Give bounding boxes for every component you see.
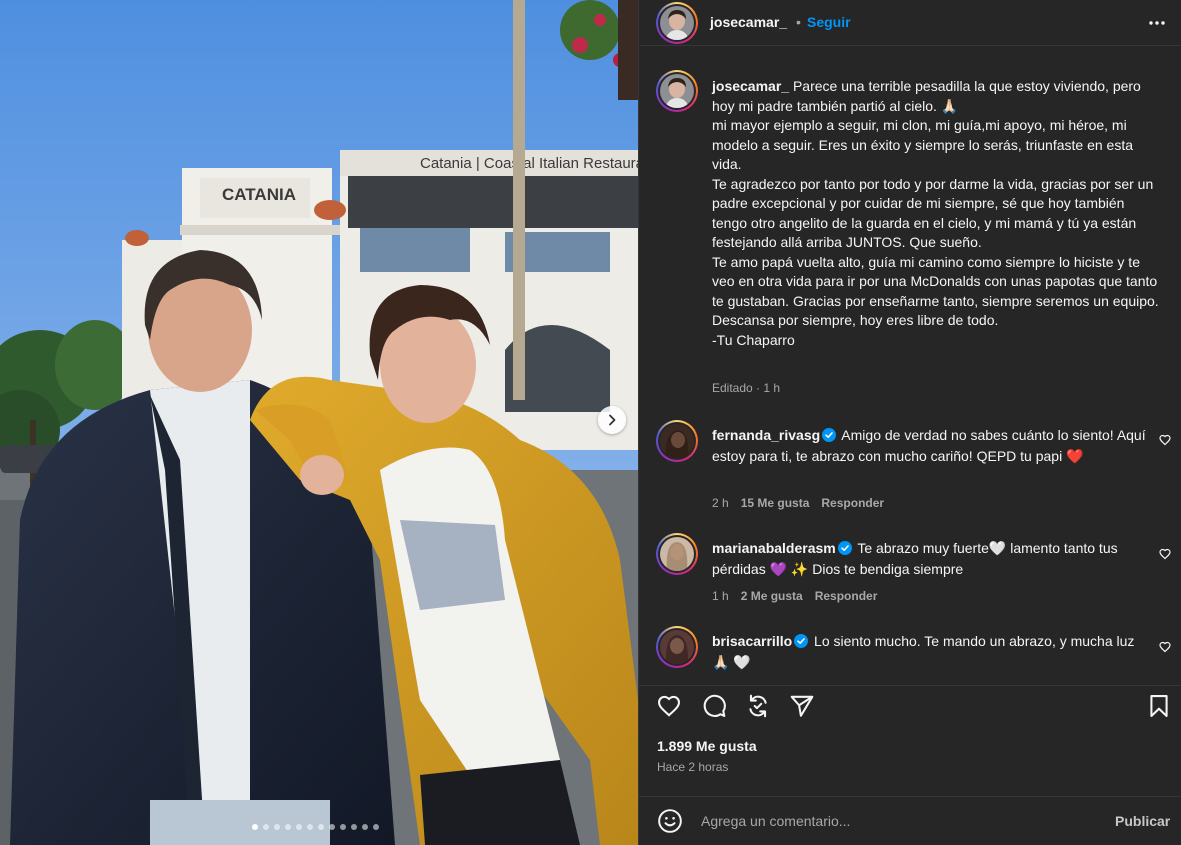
commenter-avatar[interactable] (656, 533, 698, 575)
verified-badge-icon (837, 541, 852, 555)
carousel-dot (362, 824, 368, 830)
comment-time: 2 h (712, 496, 729, 510)
comment-like-button[interactable] (1159, 433, 1171, 451)
caption-author-avatar[interactable] (656, 70, 698, 112)
avatar-photo (660, 537, 694, 571)
comment-meta: 2 h 15 Me gusta Responder (712, 496, 884, 510)
carousel-dot (285, 824, 291, 830)
repost-button[interactable] (745, 693, 771, 724)
carousel-dot (296, 824, 302, 830)
comment-reply-button[interactable]: Responder (815, 589, 878, 603)
send-icon (790, 695, 814, 717)
comment-button[interactable] (701, 693, 727, 724)
follow-button[interactable]: Seguir (807, 14, 851, 30)
comment-meta: 1 h 2 Me gusta Responder (712, 589, 877, 603)
comment-username[interactable]: fernanda_rivasg (712, 427, 820, 443)
comment-username[interactable]: brisacarrillo (712, 633, 792, 649)
share-icon (749, 694, 767, 718)
comment-username[interactable]: marianabalderasm (712, 540, 836, 556)
post-actions: 1.899 Me gusta Hace 2 horas (639, 685, 1181, 800)
save-button[interactable] (1146, 693, 1172, 724)
heart-icon (1159, 548, 1171, 560)
header-separator: • (796, 14, 801, 30)
carousel-dot (274, 824, 280, 830)
verified-badge-icon (794, 634, 809, 648)
post-header: josecamar_ • Seguir (639, 0, 1181, 46)
caption-meta: Editado · 1 h (712, 381, 781, 395)
comment-body: fernanda_rivasg Amigo de verdad no sabes… (712, 425, 1152, 467)
more-horizontal-icon (1149, 21, 1165, 25)
avatar-photo (660, 6, 694, 40)
heart-icon (1159, 641, 1171, 653)
emoji-icon (658, 809, 682, 833)
carousel-dot (340, 824, 346, 830)
author-avatar[interactable] (656, 2, 698, 44)
caption-username[interactable]: josecamar_ (712, 78, 789, 94)
commenter-avatar[interactable] (656, 626, 698, 668)
comment-likes[interactable]: 15 Me gusta (741, 496, 810, 510)
post-details-panel: josecamar_ • Seguir josecamar_ Parece un… (638, 0, 1181, 845)
more-options-button[interactable] (1147, 13, 1167, 38)
avatar-photo (660, 630, 694, 664)
comment-like-button[interactable] (1159, 547, 1171, 565)
bookmark-icon (1150, 695, 1168, 717)
verified-badge-icon (822, 428, 837, 442)
comment-input[interactable] (701, 809, 1081, 833)
heart-icon (658, 695, 680, 717)
add-comment-bar: Publicar (639, 796, 1181, 845)
post-time: Hace 2 horas (657, 760, 729, 774)
comment-likes[interactable]: 2 Me gusta (741, 589, 803, 603)
comment-reply-button[interactable]: Responder (821, 496, 884, 510)
comment-body: marianabalderasm Te abrazo muy fuerte🤍 l… (712, 538, 1152, 580)
like-button[interactable] (656, 693, 682, 724)
carousel-dot (252, 824, 258, 830)
carousel-indicators (252, 824, 379, 830)
restaurant-sign: Catania | Coastal Italian Restaura (420, 155, 638, 172)
author-username[interactable]: josecamar_ (710, 14, 787, 30)
carousel-dot (263, 824, 269, 830)
comment-body: brisacarrillo Lo siento mucho. Te mando … (712, 631, 1152, 673)
carousel-dot (307, 824, 313, 830)
restaurant-logo: CATANIA (222, 185, 296, 204)
emoji-button[interactable] (657, 808, 683, 839)
chevron-right-icon (609, 414, 616, 426)
photo-scene: Catania | Coastal Italian Restaura CATAN… (0, 0, 638, 845)
instagram-post-view: Catania | Coastal Italian Restaura CATAN… (0, 0, 1181, 845)
avatar-photo (660, 74, 694, 108)
likes-count[interactable]: 1.899 Me gusta (657, 738, 757, 754)
heart-icon (1159, 434, 1171, 446)
caption-body: josecamar_ Parece una terrible pesadilla… (712, 77, 1162, 350)
avatar-photo (660, 424, 694, 458)
commenter-avatar[interactable] (656, 420, 698, 462)
comment-time: 1 h (712, 589, 729, 603)
carousel-dot (373, 824, 379, 830)
comment-like-button[interactable] (1159, 640, 1171, 658)
carousel-dot (351, 824, 357, 830)
send-button[interactable] (789, 693, 815, 724)
carousel-dot (318, 824, 324, 830)
post-photo[interactable]: Catania | Coastal Italian Restaura CATAN… (0, 0, 638, 845)
comment-icon (703, 694, 726, 717)
carousel-dot (329, 824, 335, 830)
publish-comment-button[interactable]: Publicar (1115, 813, 1170, 829)
caption-text: Parece una terrible pesadilla la que est… (712, 78, 1159, 348)
comments-scroll-area[interactable]: josecamar_ Parece una terrible pesadilla… (639, 47, 1181, 685)
carousel-next-button[interactable] (598, 406, 626, 434)
